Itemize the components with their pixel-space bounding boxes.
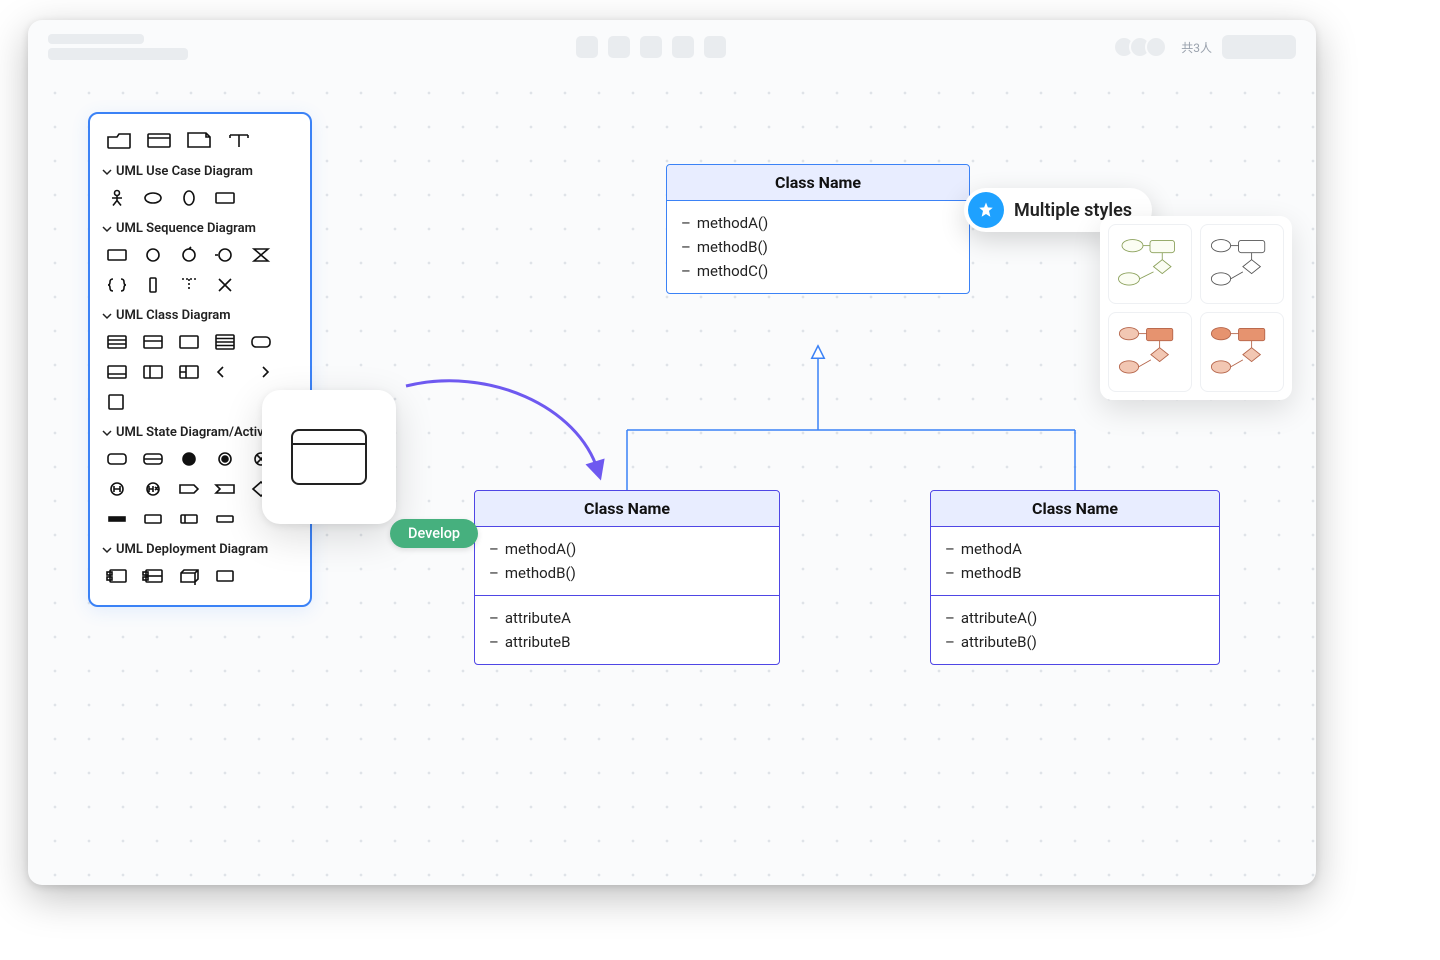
angle-open-icon[interactable] xyxy=(214,363,236,381)
toolbar-button-placeholder xyxy=(608,36,630,58)
hourglass-icon[interactable] xyxy=(250,246,272,264)
folder-icon[interactable] xyxy=(106,130,132,150)
style-swatch-orange[interactable] xyxy=(1108,312,1192,392)
actor-icon[interactable] xyxy=(106,189,128,207)
develop-pill[interactable]: Develop xyxy=(390,519,478,548)
note-icon[interactable] xyxy=(186,130,212,150)
styles-panel[interactable] xyxy=(1100,216,1292,400)
braces-icon[interactable] xyxy=(106,276,128,294)
class-title: Class Name xyxy=(931,491,1219,527)
folder-open-icon[interactable] xyxy=(146,130,172,150)
rounded-rect-icon[interactable] xyxy=(250,333,272,351)
toolbar-button-placeholder xyxy=(576,36,598,58)
section-label: UML Sequence Diagram xyxy=(116,221,256,236)
caret-down-icon xyxy=(102,428,112,438)
class-shape-icon xyxy=(291,429,367,485)
class-attributes: –attributeA –attributeB xyxy=(475,595,779,664)
class-vsplit-icon[interactable] xyxy=(142,363,164,381)
thin-rect-icon[interactable] xyxy=(214,510,236,528)
class-2b-icon[interactable] xyxy=(106,363,128,381)
section-header-usecase[interactable]: UML Use Case Diagram xyxy=(98,156,302,183)
class-box-left[interactable]: Class Name –methodA() –methodB() –attrib… xyxy=(474,490,780,665)
drag-arrow-icon xyxy=(398,376,618,486)
rect-icon[interactable] xyxy=(178,333,200,351)
style-swatch-orange2[interactable] xyxy=(1200,312,1284,392)
class-title: Class Name xyxy=(475,491,779,527)
rect-vsplit-icon[interactable] xyxy=(178,510,200,528)
rect-icon[interactable] xyxy=(142,510,164,528)
caret-down-icon xyxy=(102,167,112,177)
caret-down-icon xyxy=(102,311,112,321)
circle-hstar-icon[interactable] xyxy=(142,480,164,498)
text-icon[interactable] xyxy=(226,130,252,150)
class-title: Class Name xyxy=(667,165,969,201)
app-frame: 共3人 UML Use Case Diagram UML Sequence Di… xyxy=(28,20,1316,885)
class-methods: –methodA() –methodB() xyxy=(475,527,779,595)
class-methods: –methodA() –methodB() –methodC() xyxy=(667,201,969,293)
class-methods: –methodA –methodB xyxy=(931,527,1219,595)
signal-recv-icon[interactable] xyxy=(214,480,236,498)
toolbar-button-placeholder xyxy=(704,36,726,58)
class-3-icon[interactable] xyxy=(106,333,128,351)
shape-palette[interactable]: UML Use Case Diagram UML Sequence Diagra… xyxy=(88,112,312,607)
class-box-right[interactable]: Class Name –methodA –methodB –attributeA… xyxy=(930,490,1220,665)
section-label: UML Use Case Diagram xyxy=(116,164,253,179)
people-count: 共3人 xyxy=(1181,39,1212,56)
rect-icon[interactable] xyxy=(214,567,236,585)
class-attributes: –attributeA() –attributeB() xyxy=(931,595,1219,664)
class-vsplit2-icon[interactable] xyxy=(178,363,200,381)
ellipse-icon[interactable] xyxy=(142,189,164,207)
toolbar-button-placeholder xyxy=(672,36,694,58)
rect-icon[interactable] xyxy=(106,246,128,264)
circle-arrow-icon[interactable] xyxy=(178,246,200,264)
target-circle-icon[interactable] xyxy=(214,450,236,468)
class-2-icon[interactable] xyxy=(142,333,164,351)
section-label: UML State Diagram/Activ... xyxy=(116,425,274,440)
star-badge-icon xyxy=(968,192,1004,228)
lifeline-icon[interactable] xyxy=(178,276,200,294)
skeleton-line xyxy=(48,48,188,60)
skeleton-line xyxy=(48,34,144,44)
style-swatch-green[interactable] xyxy=(1108,224,1192,304)
filled-circle-icon[interactable] xyxy=(178,450,200,468)
section-header-sequence[interactable]: UML Sequence Diagram xyxy=(98,213,302,240)
circle-h-icon[interactable] xyxy=(106,480,128,498)
class-4-icon[interactable] xyxy=(214,333,236,351)
node-icon[interactable] xyxy=(178,567,200,585)
component2-icon[interactable] xyxy=(142,567,164,585)
style-swatch-gray[interactable] xyxy=(1200,224,1284,304)
caret-down-icon xyxy=(102,224,112,234)
title-skeleton xyxy=(48,34,188,60)
topbar: 共3人 xyxy=(28,20,1316,74)
component-icon[interactable] xyxy=(106,567,128,585)
caret-down-icon xyxy=(102,545,112,555)
activation-bar-icon[interactable] xyxy=(142,276,164,294)
bar-icon[interactable] xyxy=(106,510,128,528)
circle-icon[interactable] xyxy=(142,246,164,264)
signal-send-icon[interactable] xyxy=(178,480,200,498)
pill-label: Develop xyxy=(408,525,460,542)
class-box-parent[interactable]: Class Name –methodA() –methodB() –method… xyxy=(666,164,970,294)
rounded-rect-icon[interactable] xyxy=(106,450,128,468)
toolbar-button-placeholder xyxy=(640,36,662,58)
section-label: UML Class Diagram xyxy=(116,308,231,323)
oval-narrow-icon[interactable] xyxy=(178,189,200,207)
x-icon[interactable] xyxy=(214,276,236,294)
toolbar-right: 共3人 xyxy=(1113,35,1296,59)
avatar-stack xyxy=(1113,36,1167,58)
dragged-shape-card[interactable] xyxy=(262,390,396,524)
rounded-split-icon[interactable] xyxy=(142,450,164,468)
toolbar-center xyxy=(576,36,726,58)
circle-bar-icon[interactable] xyxy=(214,246,236,264)
share-button-placeholder xyxy=(1222,35,1296,59)
section-header-deployment[interactable]: UML Deployment Diagram xyxy=(98,534,302,561)
square-icon[interactable] xyxy=(106,393,128,411)
rect-icon[interactable] xyxy=(214,189,236,207)
section-header-class[interactable]: UML Class Diagram xyxy=(98,300,302,327)
avatar-placeholder xyxy=(1145,36,1167,58)
section-label: UML Deployment Diagram xyxy=(116,542,268,557)
angle-close-icon[interactable] xyxy=(250,363,272,381)
